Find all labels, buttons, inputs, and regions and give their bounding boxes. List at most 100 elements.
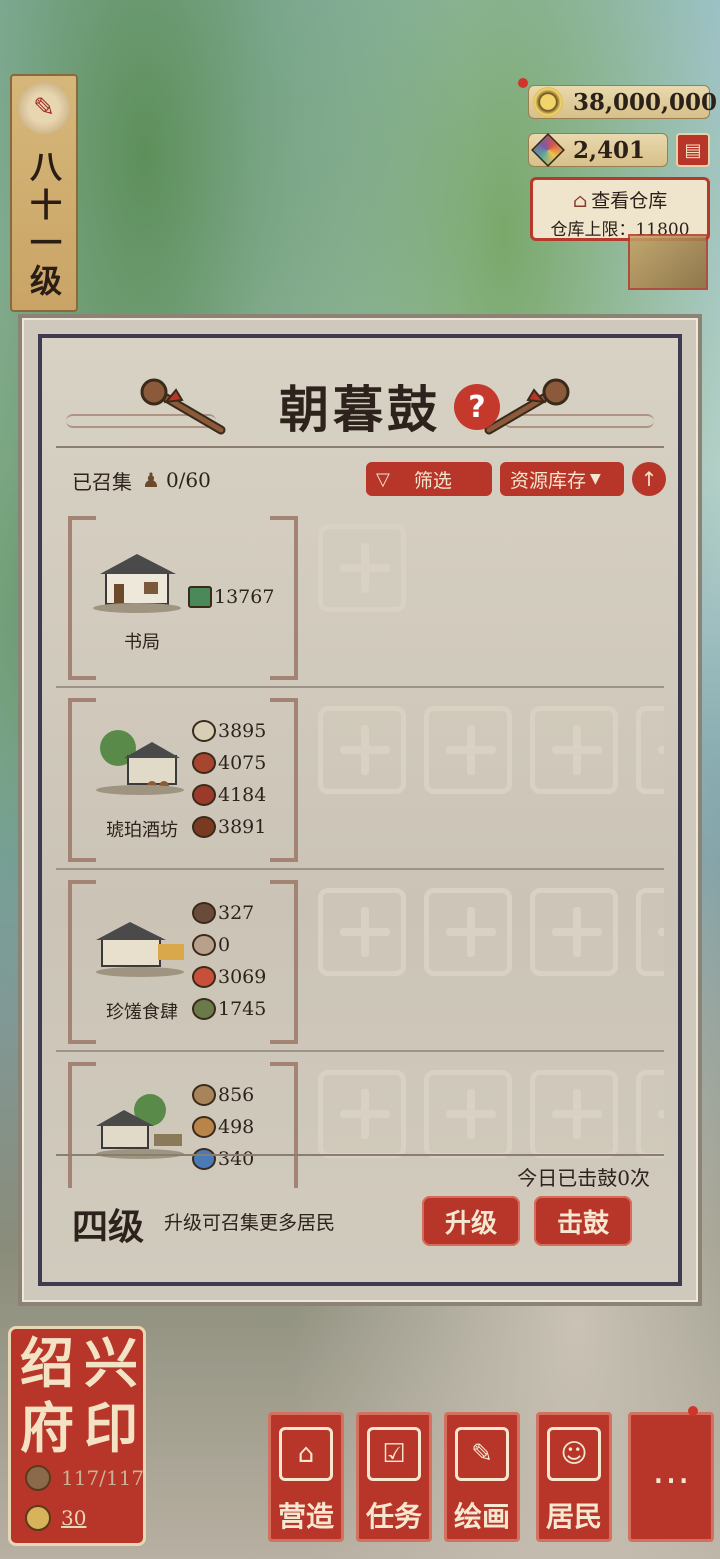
building-list[interactable]: 书局 13767 琥珀酒坊 3895 4075 4184 3891 珍馐食肆 3…	[56, 508, 664, 1188]
resident-icon	[25, 1465, 51, 1491]
population-value: 117/117	[61, 1466, 145, 1490]
nav-build-button[interactable]: ⌂ 营造	[268, 1412, 344, 1542]
resource-item: 3891	[192, 816, 266, 838]
add-resident-slot[interactable]	[636, 888, 664, 976]
gem-counter[interactable]: 2,401	[528, 133, 668, 167]
figurine-icon	[192, 1116, 216, 1138]
add-resident-slot[interactable]	[424, 1070, 512, 1158]
resource-item: 1745	[192, 998, 266, 1020]
resource-amount: 4075	[218, 752, 267, 774]
gem-amount: 2,401	[573, 136, 646, 164]
nav-paint-button[interactable]: ✎ 绘画	[444, 1412, 520, 1542]
collected-label: 已召集	[72, 469, 132, 494]
building-row: 琥珀酒坊 3895 4075 4184 3891	[56, 690, 664, 870]
drum-tier: 四级	[72, 1206, 145, 1248]
drum-button[interactable]: 击鼓	[534, 1196, 632, 1246]
building-name: 书局	[124, 632, 160, 653]
player-level-seal[interactable]: ✎ 八十一级	[10, 74, 78, 312]
building-row: 珍馐食肆 327 0 3069 1745	[56, 872, 664, 1052]
city-name-char: 印	[84, 1396, 138, 1460]
add-resident-slot[interactable]	[318, 1070, 406, 1158]
panel-title: 朝暮鼓	[279, 380, 441, 439]
wine-bottle-icon	[192, 816, 216, 838]
bracket-right	[270, 698, 298, 862]
nav-residents-button[interactable]: ☺ 居民	[536, 1412, 612, 1542]
add-resident-slot[interactable]	[530, 1070, 618, 1158]
upgrade-hint: 升级可召集更多居民	[164, 1212, 336, 1234]
building-name: 珍馐食肆	[106, 1002, 178, 1023]
filter-label: 筛选	[413, 469, 452, 492]
panel-footer: 今日已击鼓0次 四级 升级可召集更多居民 升级 击鼓	[56, 1154, 664, 1272]
building-thumbnail[interactable]	[628, 234, 708, 290]
copper-coin-icon	[533, 87, 563, 117]
coin-face-icon	[25, 1505, 51, 1531]
meat-dish-icon	[192, 966, 216, 988]
filter-button[interactable]: ▽ 筛选	[366, 462, 492, 496]
sort-dropdown[interactable]: 资源库存 ▼	[500, 462, 624, 496]
soup-pot-icon	[192, 998, 216, 1020]
resource-amount: 3895	[218, 720, 267, 742]
add-resident-slot[interactable]	[424, 706, 512, 794]
more-button[interactable]: …	[628, 1412, 714, 1542]
building-card[interactable]: 书局 13767	[68, 516, 298, 680]
warehouse-title: 查看仓库	[591, 190, 668, 212]
add-resident-slot[interactable]	[530, 706, 618, 794]
bracket-right	[270, 880, 298, 1044]
city-name: 绍 兴 府 印	[15, 1333, 143, 1463]
help-button[interactable]: ?	[454, 384, 500, 430]
nav-tasks-label: 任务	[365, 1500, 422, 1533]
resident-icon: ♟	[142, 468, 160, 492]
resource-amount: 856	[218, 1084, 255, 1106]
dish-icon	[192, 902, 216, 924]
upgrade-button[interactable]: 升级	[422, 1196, 520, 1246]
coin-counter[interactable]: 38,000,000	[528, 85, 717, 119]
building-card[interactable]: 珍馐食肆 327 0 3069 1745	[68, 880, 298, 1044]
resource-amount: 1745	[218, 998, 267, 1020]
add-resident-slot[interactable]	[318, 888, 406, 976]
panel-frame: 朝暮鼓 ? 已召集 ♟ 0/60 ▽ 筛选 资源库存 ▼ ↑ 书局 13767 …	[38, 334, 682, 1286]
city-name-char: 绍	[20, 1331, 74, 1395]
resource-item: 0	[192, 934, 230, 956]
resource-item: 3069	[192, 966, 266, 988]
resource-amount: 13767	[214, 586, 275, 608]
nav-residents-label: 居民	[545, 1500, 602, 1533]
building-card[interactable]: 琥珀酒坊 3895 4075 4184 3891	[68, 698, 298, 862]
book-icon	[188, 586, 212, 608]
building-row: 书局 13767	[56, 508, 664, 688]
add-resident-slot[interactable]	[530, 888, 618, 976]
gem-icon	[531, 133, 565, 167]
nav-build-label: 营造	[277, 1500, 334, 1533]
drum-panel: 朝暮鼓 ? 已召集 ♟ 0/60 ▽ 筛选 资源库存 ▼ ↑ 书局 13767 …	[22, 318, 698, 1302]
city-coin-value: 30	[61, 1506, 87, 1530]
coin-amount: 38,000,000	[573, 88, 718, 116]
nav-paint-label: 绘画	[453, 1500, 510, 1533]
wine-jar-icon	[192, 752, 216, 774]
resource-amount: 327	[218, 902, 255, 924]
warehouse-button[interactable]: ⌂ 查看仓库 仓库上限：11800	[530, 177, 710, 241]
shop-icon[interactable]: ▤	[676, 133, 710, 167]
city-name-char: 府	[20, 1396, 74, 1460]
building-name: 琥珀酒坊	[106, 820, 178, 841]
nav-tasks-button[interactable]: ☑ 任务	[356, 1412, 432, 1542]
resource-item: 498	[192, 1116, 254, 1138]
today-drum-count: 今日已击鼓0次	[517, 1166, 650, 1190]
brush-icon: ✎	[18, 82, 70, 134]
pavilion-icon: ⌂	[279, 1427, 333, 1481]
vase-icon	[192, 1084, 216, 1106]
bookstore-building-image	[93, 554, 181, 613]
noodle-bowl-icon	[192, 934, 216, 956]
add-resident-slot[interactable]	[424, 888, 512, 976]
notification-dot	[688, 1406, 698, 1416]
add-resident-slot[interactable]	[636, 706, 664, 794]
sort-order-button[interactable]: ↑	[632, 462, 666, 496]
add-resident-slot[interactable]	[318, 524, 406, 612]
city-seal[interactable]: 绍 兴 府 印 117/117 30	[8, 1326, 146, 1546]
add-resident-slot[interactable]	[636, 1070, 664, 1158]
resource-amount: 0	[218, 934, 231, 956]
task-book-icon: ☑	[367, 1427, 421, 1481]
bowl-icon	[192, 720, 216, 742]
add-resident-slot[interactable]	[318, 706, 406, 794]
wine-pot-icon	[192, 784, 216, 806]
resource-item: 856	[192, 1084, 254, 1106]
resource-item: 4075	[192, 752, 266, 774]
